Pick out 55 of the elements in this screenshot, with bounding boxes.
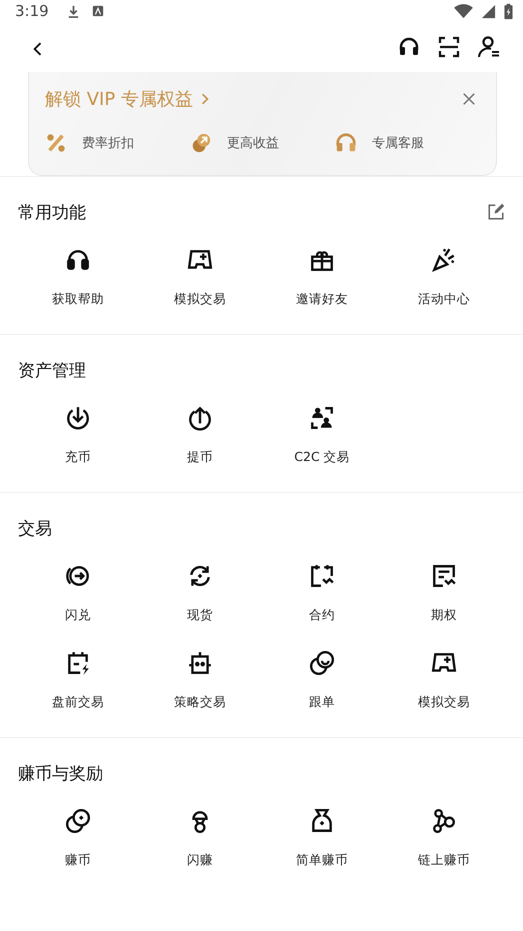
feature-button[interactable]: 闪兑 — [17, 563, 139, 624]
document-chart-icon — [431, 563, 457, 589]
battery-icon — [504, 2, 513, 20]
feature-button[interactable]: 盘前交易 — [17, 650, 139, 711]
chevron-icon — [200, 92, 209, 106]
feature-button[interactable]: 跟单 — [261, 650, 383, 711]
party-popper-icon — [431, 247, 457, 273]
feature-button[interactable]: 邀请好友 — [261, 247, 383, 308]
upload-icon — [187, 405, 213, 431]
signal-icon — [481, 4, 496, 18]
people-icon — [309, 405, 335, 431]
feature-button[interactable]: 现货 — [139, 563, 261, 624]
vip-card[interactable]: 解锁 VIP 专属权益 费率折扣 更高收益 专属客服 — [28, 72, 497, 176]
calendar-icon — [65, 650, 91, 676]
feature-button[interactable]: 赚币 — [17, 808, 139, 869]
feature-button[interactable]: 期权 — [383, 563, 505, 624]
feature-button[interactable]: 获取帮助 — [17, 247, 139, 308]
feature-button[interactable]: 链上赚币 — [383, 808, 505, 869]
benefit-label: 更高收益 — [227, 135, 279, 152]
coin-arrow-icon — [190, 132, 212, 154]
robot-icon — [187, 650, 213, 676]
status-time: 3:19 — [15, 2, 49, 20]
feature-button[interactable]: 充币 — [17, 405, 139, 466]
feature-button[interactable]: 策略交易 — [139, 650, 261, 711]
section-title: 赚币与奖励 — [18, 762, 103, 784]
feature-button[interactable]: 模拟交易 — [139, 247, 261, 308]
download-icon — [66, 4, 80, 18]
section-title: 资产管理 — [18, 360, 86, 382]
section-title: 交易 — [18, 518, 52, 540]
benefit-label: 费率折扣 — [82, 135, 134, 152]
scan-icon[interactable] — [437, 35, 461, 59]
calendar-chart-icon — [309, 563, 335, 589]
feature-button[interactable]: 简单赚币 — [261, 808, 383, 869]
benefit-label: 专属客服 — [372, 135, 424, 152]
headset-icon — [65, 247, 91, 273]
section-title: 常用功能 — [18, 202, 86, 224]
feature-button[interactable]: 活动中心 — [383, 247, 505, 308]
circles-icon — [309, 650, 335, 676]
money-bag-icon — [309, 808, 335, 834]
headset-icon — [335, 132, 357, 154]
download-icon — [65, 405, 91, 431]
edit-icon[interactable] — [487, 203, 505, 221]
refresh-icon — [187, 563, 213, 589]
coins-icon — [65, 808, 91, 834]
wifi-icon — [454, 4, 473, 18]
swap-icon — [65, 563, 91, 589]
close-button[interactable] — [462, 92, 476, 106]
switch-account-icon[interactable] — [477, 35, 501, 59]
feature-button[interactable]: 闪赚 — [139, 808, 261, 869]
nodes-icon — [431, 808, 457, 834]
feature-button[interactable]: 提币 — [139, 405, 261, 466]
feature-button[interactable]: C2C 交易 — [261, 405, 383, 466]
percent-icon — [45, 132, 67, 154]
feature-button[interactable]: 合约 — [261, 563, 383, 624]
feature-button[interactable]: 模拟交易 — [383, 650, 505, 711]
